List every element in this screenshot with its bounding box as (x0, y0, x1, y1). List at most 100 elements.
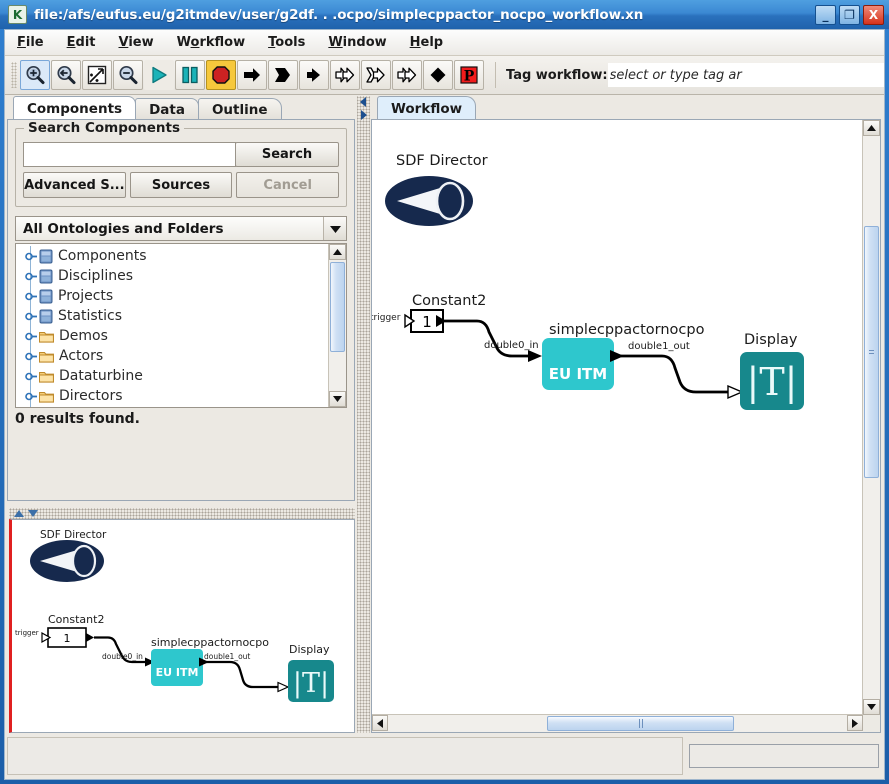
canvas-scroll-left-icon[interactable] (372, 715, 388, 731)
tab-components[interactable]: Components (13, 96, 137, 120)
folder-icon (39, 351, 54, 363)
splitter-arrows[interactable] (357, 96, 370, 122)
scrollbar-thumb[interactable] (330, 262, 345, 352)
tree-item-statistics[interactable]: Statistics (16, 306, 329, 326)
maximize-button[interactable]: ❐ (839, 5, 860, 25)
search-input[interactable] (23, 142, 236, 167)
menu-tools[interactable]: Tools (266, 33, 307, 52)
advanced-search-button[interactable]: Advanced S... (23, 172, 126, 198)
menu-workflow[interactable]: Workflow (175, 33, 247, 52)
tree-item-label: Directors (59, 388, 123, 404)
expand-handle-icon[interactable] (24, 372, 39, 381)
menu-view[interactable]: View (117, 33, 156, 52)
svg-text:Constant2: Constant2 (48, 613, 104, 626)
close-button[interactable]: X (863, 5, 884, 25)
advance-icon[interactable] (392, 60, 422, 90)
ontology-icon (39, 269, 53, 283)
step-into-icon[interactable] (299, 60, 329, 90)
skip-icon[interactable] (361, 60, 391, 90)
collapse-up-icon[interactable] (14, 510, 24, 517)
canvas-scroll-down-icon[interactable] (863, 699, 880, 715)
expand-handle-icon[interactable] (24, 312, 39, 321)
expand-handle-icon[interactable] (24, 352, 39, 361)
minimize-button[interactable]: _ (815, 5, 836, 25)
menu-file[interactable]: File (15, 33, 46, 52)
run-to-icon[interactable] (268, 60, 298, 90)
tree-vertical-scrollbar[interactable] (328, 244, 346, 407)
left-tab-bar: Components Data Outline (7, 96, 355, 120)
tag-workflow-input[interactable] (607, 63, 884, 87)
menu-help[interactable]: Help (408, 33, 445, 52)
tab-outline[interactable]: Outline (197, 98, 282, 120)
link-actor-display (618, 354, 730, 394)
canvas-scroll-up-icon[interactable] (863, 120, 880, 136)
provenance-icon[interactable]: P (454, 60, 484, 90)
scroll-up-icon[interactable] (329, 244, 346, 260)
thumb-director-icon (30, 540, 104, 582)
scroll-down-icon[interactable] (329, 391, 346, 407)
sources-button[interactable]: Sources (129, 172, 233, 198)
outline-thumbnail-pane: SDF Director trigger Constant2 1 double0… (9, 508, 355, 733)
fast-forward-icon[interactable] (330, 60, 360, 90)
diamond-icon[interactable] (423, 60, 453, 90)
svg-text:1: 1 (64, 632, 71, 645)
tree-item-label: Statistics (58, 308, 122, 324)
search-results-status: 0 results found. (15, 411, 140, 427)
toolbar-grip[interactable] (11, 62, 17, 88)
ontology-combo[interactable]: All Ontologies and Folders (15, 216, 347, 241)
thumbnail-canvas[interactable]: SDF Director trigger Constant2 1 double0… (9, 519, 355, 733)
title-bar: K file:/afs/eufus.eu/g2itmdev/user/g2df.… (0, 0, 889, 29)
svg-text:simplecppactornocpo: simplecppactornocpo (151, 636, 269, 649)
canvas-vertical-scrollbar[interactable] (862, 120, 880, 715)
canvas-horizontal-scrollbar[interactable] (372, 714, 863, 732)
zoom-in-icon[interactable] (20, 60, 50, 90)
thumbnail-splitter[interactable] (9, 508, 355, 519)
tree-item-components[interactable]: Components (16, 246, 329, 266)
tag-workflow-label: Tag workflow: (506, 67, 608, 83)
zoom-fit-icon[interactable] (82, 60, 112, 90)
tree-item-directors[interactable]: Directors (16, 386, 329, 406)
svg-text:double1_out: double1_out (204, 652, 250, 661)
right-pane: Workflow SDF Director trigger Constant2 … (371, 96, 881, 733)
tree-item-dataturbine[interactable]: Dataturbine (16, 366, 329, 386)
menu-edit[interactable]: Edit (65, 33, 98, 52)
workflow-canvas[interactable]: SDF Director trigger Constant2 1 double0… (372, 120, 863, 715)
scrollbar-corner (863, 715, 880, 732)
search-components-group: Search Components Search Advanced S... S… (15, 120, 347, 207)
zoom-reset-icon[interactable] (51, 60, 81, 90)
step-icon[interactable] (237, 60, 267, 90)
status-bar (7, 735, 881, 777)
canvas-hscroll-thumb[interactable] (547, 716, 734, 731)
canvas-vscroll-thumb[interactable] (864, 226, 879, 478)
expand-handle-icon[interactable] (24, 392, 39, 401)
svg-text:Display: Display (289, 643, 330, 656)
ontology-icon (39, 309, 53, 323)
expand-handle-icon[interactable] (24, 272, 39, 281)
left-pane: Components Data Outline Search Component… (7, 96, 355, 733)
ontology-icon (39, 249, 53, 263)
tab-data[interactable]: Data (135, 98, 199, 120)
collapse-down-icon[interactable] (28, 510, 38, 517)
chevron-down-icon[interactable] (323, 217, 346, 240)
stop-icon[interactable] (206, 60, 236, 90)
tree-item-actors[interactable]: Actors (16, 346, 329, 366)
run-icon[interactable] (144, 60, 174, 90)
tab-workflow[interactable]: Workflow (377, 96, 477, 120)
zoom-out-icon[interactable] (113, 60, 143, 90)
search-button[interactable]: Search (235, 142, 339, 167)
window-controls: _ ❐ X (815, 5, 884, 25)
expand-handle-icon[interactable] (24, 252, 39, 261)
folder-icon (39, 331, 54, 343)
ontology-combo-value: All Ontologies and Folders (23, 220, 224, 237)
expand-handle-icon[interactable] (24, 332, 39, 341)
workflow-canvas-container: SDF Director trigger Constant2 1 double0… (371, 119, 881, 733)
canvas-scroll-right-icon[interactable] (847, 715, 863, 731)
pause-icon[interactable] (175, 60, 205, 90)
vertical-splitter[interactable] (357, 96, 370, 733)
tree-item-demos[interactable]: Demos (16, 326, 329, 346)
tree-item-projects[interactable]: Projects (16, 286, 329, 306)
menu-window[interactable]: Window (326, 33, 388, 52)
expand-handle-icon[interactable] (24, 292, 39, 301)
ontology-tree[interactable]: Components Disciplines Projects Statisti… (15, 243, 347, 408)
tree-item-disciplines[interactable]: Disciplines (16, 266, 329, 286)
